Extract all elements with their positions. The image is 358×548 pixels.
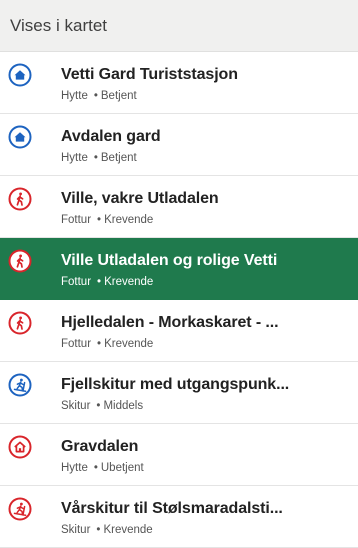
list-item-varskitur[interactable]: Vårskitur til Stølsmaradalsti... Skitur •… xyxy=(0,486,358,548)
list-item-gravdalen[interactable]: Gravdalen Hytte • Ubetjent xyxy=(0,424,358,486)
item-subtitle: Fottur • Krevende xyxy=(61,338,154,350)
item-title: Fjellskitur med utgangspunk... xyxy=(61,376,290,393)
item-subtitle: Hytte • Ubetjent xyxy=(61,462,144,474)
item-title: Hjelledalen - Morkaskaret - ... xyxy=(61,314,279,331)
panel-header: Vises i kartet xyxy=(0,0,358,52)
item-title: Ville Utladalen og rolige Vetti xyxy=(61,252,278,269)
item-subtitle: Skitur • Krevende xyxy=(61,524,153,536)
results-panel: Vises i kartet Vetti Gard Turiststasjon … xyxy=(0,0,358,548)
hiker-icon xyxy=(8,249,32,273)
list-item-fjellskitur[interactable]: Fjellskitur med utgangspunk... Skitur • Mi… xyxy=(0,362,358,424)
item-title: Avdalen gard xyxy=(61,128,161,145)
item-subtitle: Fottur • Krevende xyxy=(61,214,154,226)
unstaffed-cabin-icon xyxy=(8,435,32,459)
item-title: Vetti Gard Turiststasjon xyxy=(61,66,238,83)
item-subtitle: Hytte • Betjent xyxy=(61,152,137,164)
panel-title: Vises i kartet xyxy=(10,15,108,35)
item-title: Vårskitur til Stølsmaradalsti... xyxy=(61,500,283,517)
results-list: Vetti Gard Turiststasjon Hytte • Betjent A… xyxy=(0,52,358,548)
hiker-icon xyxy=(8,187,32,211)
cabin-icon xyxy=(8,63,32,87)
item-subtitle: Hytte • Betjent xyxy=(61,90,137,102)
cabin-icon xyxy=(8,125,32,149)
skier-icon xyxy=(8,497,32,521)
item-subtitle: Skitur • Middels xyxy=(61,400,144,412)
item-title: Ville, vakre Utladalen xyxy=(61,190,219,207)
item-subtitle: Fottur • Krevende xyxy=(61,276,154,288)
list-item-vetti-gard[interactable]: Vetti Gard Turiststasjon Hytte • Betjent xyxy=(0,52,358,114)
skier-icon xyxy=(8,373,32,397)
hiker-icon xyxy=(8,311,32,335)
list-item-ville-vakre-utladalen[interactable]: Ville, vakre Utladalen Fottur • Krevende xyxy=(0,176,358,238)
list-item-hjelledalen-morkaskaret[interactable]: Hjelledalen - Morkaskaret - ... Fottur • K… xyxy=(0,300,358,362)
item-title: Gravdalen xyxy=(61,438,139,455)
list-item-avdalen-gard[interactable]: Avdalen gard Hytte • Betjent xyxy=(0,114,358,176)
list-item-ville-utladalen-og-rolige-vetti[interactable]: Ville Utladalen og rolige Vetti Fottur • K… xyxy=(0,238,358,300)
